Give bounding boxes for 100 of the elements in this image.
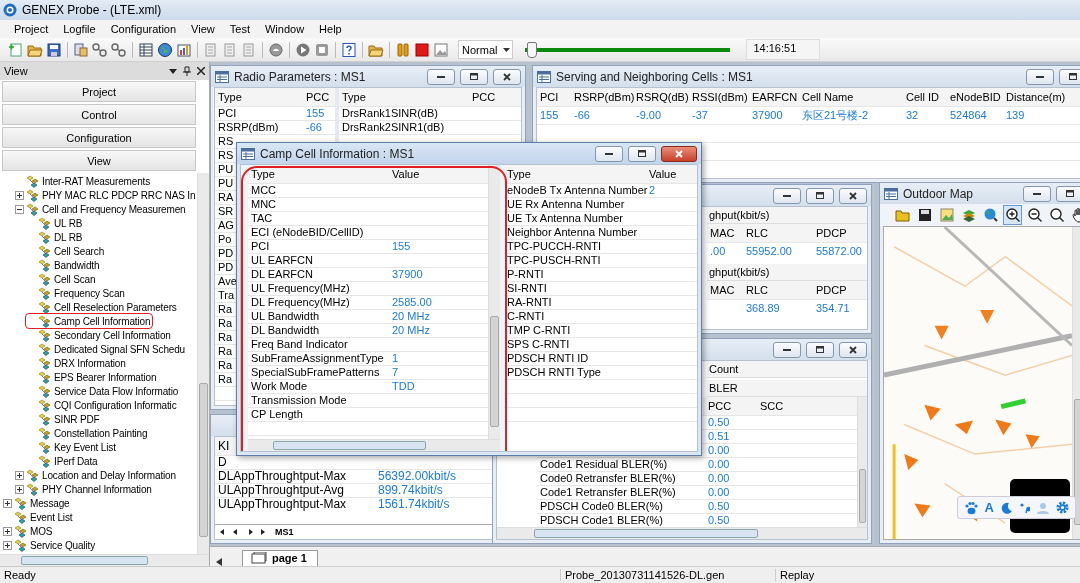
menu-item[interactable]: View [191,23,215,35]
tree-item[interactable]: Cell Search [26,244,107,258]
tree-item[interactable]: Service Quality [2,538,97,552]
column-header[interactable]: Distance(m) [1003,88,1069,106]
slider-thumb[interactable] [526,41,537,58]
device-icon[interactable] [73,41,89,58]
scrollbar[interactable] [857,397,867,527]
tree-item[interactable]: DRX Information [26,356,128,370]
tree-item[interactable]: Event List [2,510,75,524]
expand-icon[interactable] [3,540,12,550]
network-icon[interactable] [111,41,127,58]
column-header[interactable]: KI [215,437,233,455]
column-header[interactable]: RLC [743,281,771,299]
scrollbar[interactable] [248,439,500,451]
column-header[interactable]: PCI [537,88,562,106]
tree-item[interactable]: DL RB [26,230,85,244]
tree-item[interactable]: UL RB [26,216,85,230]
restore-button[interactable] [628,145,656,162]
table-icon[interactable] [138,41,154,58]
column-header[interactable]: RLC [743,224,771,242]
punctuation-icon[interactable] [1020,501,1030,514]
scroll-left-icon[interactable] [216,558,222,566]
map-tool-button[interactable] [1003,205,1023,225]
column-header[interactable]: MAC [707,224,738,242]
column-header[interactable]: PCC [469,88,499,106]
expand-icon[interactable] [3,526,12,536]
tree-item[interactable]: Dedicated Signal SFN Schedu [26,342,188,356]
column-header[interactable]: PDCP [813,224,850,242]
pin-icon[interactable] [183,66,191,76]
tree-item[interactable]: Cell Scan [26,272,98,286]
new-file-icon[interactable] [8,41,24,58]
dropdown-icon[interactable] [169,68,177,74]
column-header[interactable]: Cell ID [903,88,942,106]
menu-item[interactable]: Help [319,23,342,35]
minimize-button[interactable] [773,187,801,204]
speed-dropdown[interactable]: Normal [458,40,514,59]
tree-item[interactable]: Bandwidth [26,258,102,272]
tree-item[interactable]: Secondary Cell Information [26,328,173,342]
tree-item[interactable]: PHY Channel Information [14,482,154,496]
column-header[interactable]: RSSI(dBm) [689,88,751,106]
tree-item[interactable]: Camp Cell Information [26,314,153,328]
collapse-icon[interactable] [15,204,24,214]
restore-button[interactable] [806,187,834,204]
expand-icon[interactable] [15,190,24,200]
expand-icon[interactable] [15,484,24,494]
tree-item[interactable]: SINR PDF [26,412,102,426]
tree-item[interactable]: Location and Delay Information [14,468,178,482]
tree-item[interactable]: IPerf Data [26,454,100,468]
column-header[interactable]: Cell Name [799,88,857,106]
column-header[interactable]: EARFCN [749,88,801,106]
expand-icon[interactable] [3,498,12,508]
menu-item[interactable]: Project [14,23,49,35]
globe-icon[interactable] [157,41,173,58]
tree-item[interactable]: Message [2,496,72,510]
record-icon[interactable] [268,41,284,58]
column-header[interactable]: Type [504,165,534,183]
column-header[interactable]: Type [339,88,369,106]
tree-item[interactable]: Frequency Scan [26,286,127,300]
menu-item[interactable]: Logfile [63,23,96,35]
tree-item[interactable]: EPS Bearer Information [26,370,159,384]
minimize-button[interactable] [1026,68,1054,85]
close-button[interactable] [839,341,867,358]
close-icon[interactable] [197,67,205,75]
menu-item[interactable]: Configuration [110,23,177,35]
input-mode[interactable]: A [984,500,994,515]
tree-item[interactable]: Inter-RAT Measurements [14,174,153,188]
paw-icon[interactable] [963,500,978,515]
minimize-button[interactable] [773,341,801,358]
section-button[interactable]: View [2,150,196,171]
column-header[interactable]: MAC [707,281,738,299]
network-icon[interactable] [92,41,108,58]
section-button[interactable]: Control [2,104,196,125]
column-header[interactable]: Type [215,88,245,106]
restore-button[interactable] [806,341,834,358]
tree-item[interactable]: Constellation Painting [26,426,150,440]
column-header[interactable]: Value [646,165,680,183]
tree-item[interactable]: Cell Reselection Parameters [26,300,179,314]
restore-button[interactable] [460,68,488,85]
column-header[interactable]: Type [248,165,278,183]
column-header[interactable]: eNodeBID [947,88,1004,106]
minimize-button[interactable] [1023,185,1051,202]
menu-item[interactable]: Window [264,23,305,35]
chart-icon[interactable] [176,41,192,58]
close-button[interactable] [661,145,697,162]
tree-item[interactable]: PHY MAC RLC PDCP RRC NAS In [14,188,197,202]
sheet-tab[interactable]: MS1 [275,527,294,537]
page-tab[interactable]: page 1 [242,550,318,566]
moon-icon[interactable] [1001,501,1013,514]
column-header[interactable]: PCC [705,397,735,415]
scrollbar[interactable] [497,527,867,539]
column-header[interactable]: SCC [757,397,787,415]
tree-item[interactable]: MOS [2,524,55,538]
menu-item[interactable]: Test [229,23,250,35]
tree-item[interactable]: Key Event List [26,440,118,454]
restore-button[interactable] [1056,185,1080,202]
section-button[interactable]: Project [2,81,196,102]
scrollbar[interactable] [0,554,209,566]
minimize-button[interactable] [427,68,455,85]
scrollbar[interactable] [197,173,209,554]
settings-icon[interactable] [1056,501,1069,514]
